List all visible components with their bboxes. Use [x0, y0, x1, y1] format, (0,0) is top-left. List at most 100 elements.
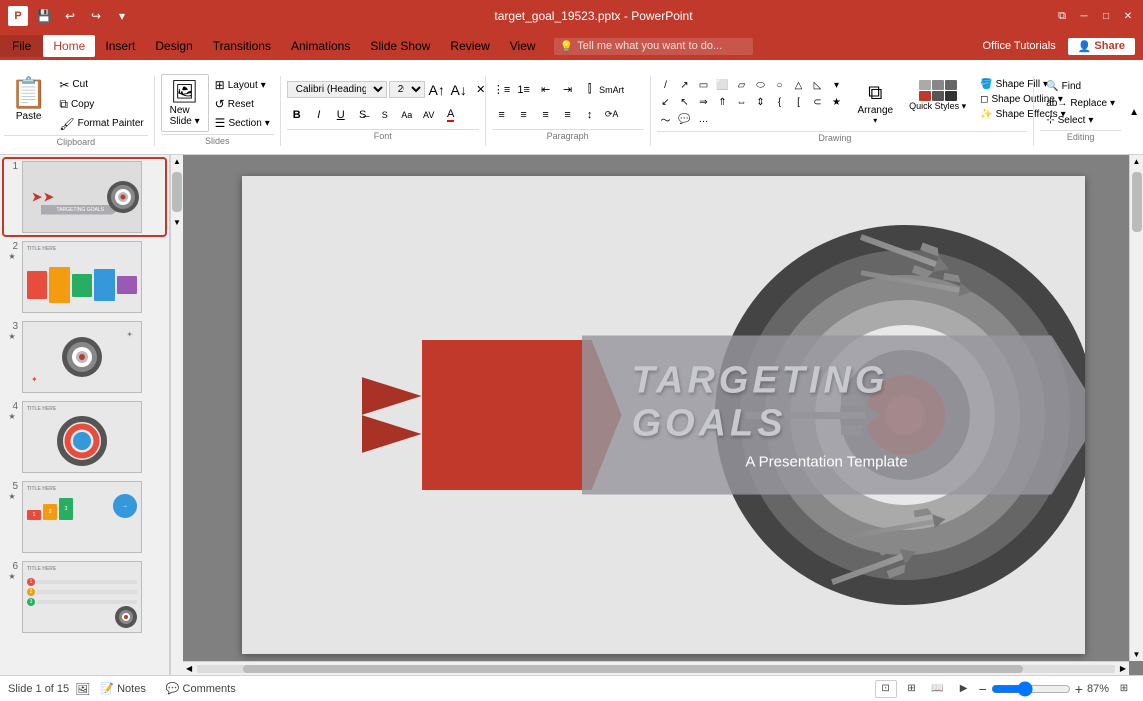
canvas-scroll-up[interactable]: ▲ — [1131, 155, 1143, 168]
italic-button[interactable]: I — [309, 105, 329, 125]
scroll-thumb[interactable] — [172, 172, 182, 212]
minimize-button[interactable]: ─ — [1077, 9, 1091, 23]
canvas-scroll-thumb[interactable] — [1132, 172, 1142, 232]
shadow-button[interactable]: S — [375, 105, 395, 125]
qat-redo[interactable]: ↪ — [86, 6, 106, 26]
h-scroll-right[interactable]: ▶ — [1117, 664, 1129, 673]
shape-wave[interactable]: 〜 — [657, 112, 675, 128]
zoom-out[interactable]: − — [979, 681, 987, 697]
new-slide-button[interactable]: 🖼 NewSlide ▾ — [161, 74, 209, 132]
shape-arrow6[interactable]: ⇕ — [752, 95, 770, 111]
shape-arrow2[interactable]: ↖ — [676, 95, 694, 111]
menu-insert[interactable]: Insert — [95, 35, 145, 57]
justify-button[interactable]: ≡ — [558, 105, 578, 125]
shape-bracket[interactable]: [ — [790, 95, 808, 111]
section-button[interactable]: ☰ Section ▾ — [211, 114, 274, 132]
canvas-h-scroll[interactable]: ◀ ▶ — [183, 661, 1129, 675]
shape-rect[interactable]: ▭ — [695, 78, 713, 94]
scroll-up-arrow[interactable]: ▲ — [171, 155, 183, 168]
shape-line[interactable]: / — [657, 78, 675, 94]
h-scroll-thumb[interactable] — [243, 665, 1023, 673]
view-slideshow[interactable]: ▶ — [953, 680, 975, 698]
copy-button[interactable]: ⧉ Copy — [55, 95, 147, 114]
shape-rect2[interactable]: ▱ — [733, 78, 751, 94]
qat-customize[interactable]: ▾ — [112, 6, 132, 26]
format-painter-button[interactable]: 🖌 Format Painter — [55, 115, 147, 133]
slide-thumbnail-3[interactable]: 3 ★ — [4, 319, 165, 395]
layout-button[interactable]: ⊞ Layout ▾ — [211, 76, 274, 94]
arrange-button[interactable]: ⧉ Arrange ▾ — [852, 78, 900, 129]
menu-file[interactable]: File — [0, 35, 43, 57]
slide-thumbnail-4[interactable]: 4 ★ TITLE HERE — [4, 399, 165, 475]
shape-round-rect[interactable]: ⬜ — [714, 78, 732, 94]
shape-curved-arrow[interactable]: ↙ — [657, 95, 675, 111]
bold-button[interactable]: B — [287, 105, 307, 125]
shape-more[interactable]: … — [695, 112, 713, 128]
shape-circle[interactable]: ○ — [771, 78, 789, 94]
view-normal[interactable]: ⊡ — [875, 680, 897, 698]
notes-button[interactable]: 📝 Notes — [96, 681, 149, 696]
decrease-indent-button[interactable]: ⇤ — [536, 80, 556, 100]
shape-arrow3[interactable]: ⇒ — [695, 95, 713, 111]
shape-oval[interactable]: ⬭ — [752, 78, 770, 94]
numbering-button[interactable]: 1≡ — [514, 80, 534, 100]
view-reading[interactable]: 📖 — [927, 680, 949, 698]
slide-thumbnail-2[interactable]: 2 ★ TITLE HERE — [4, 239, 165, 315]
h-scroll-left[interactable]: ◀ — [183, 664, 195, 673]
maximize-button[interactable]: □ — [1099, 9, 1113, 23]
shape-arrow4[interactable]: ⇑ — [714, 95, 732, 111]
char-spacing-button[interactable]: AV — [419, 105, 439, 125]
canvas-scroll-down[interactable]: ▼ — [1131, 648, 1143, 661]
align-right-button[interactable]: ≡ — [536, 105, 556, 125]
shape-star[interactable]: ★ — [828, 95, 846, 111]
tell-me-box[interactable]: 💡 — [554, 38, 754, 55]
slide-thumbnail-1[interactable]: 1 ➤➤ TARGETING GOALS — [4, 159, 165, 235]
share-button[interactable]: 👤 Share — [1068, 38, 1135, 55]
comments-button[interactable]: 💬 Comments — [162, 681, 240, 696]
align-left-button[interactable]: ≡ — [492, 105, 512, 125]
menu-transitions[interactable]: Transitions — [203, 35, 281, 57]
tell-me-input[interactable] — [577, 40, 747, 52]
slide-thumbnail-5[interactable]: 5 ★ TITLE HERE 1 2 3 — [4, 479, 165, 555]
align-center-button[interactable]: ≡ — [514, 105, 534, 125]
qat-undo[interactable]: ↩ — [60, 6, 80, 26]
font-face-select[interactable]: Calibri (Headings) — [287, 81, 387, 98]
font-size-select[interactable]: 20 — [389, 81, 425, 98]
shape-brace[interactable]: { — [771, 95, 789, 111]
menu-animations[interactable]: Animations — [281, 35, 360, 57]
strikethrough-button[interactable]: S̶ — [353, 105, 373, 125]
line-spacing-button[interactable]: ↕ — [580, 105, 600, 125]
paste-button[interactable]: 📋 Paste — [4, 74, 53, 124]
increase-font-button[interactable]: A↑ — [427, 80, 447, 100]
quick-styles-button[interactable]: Quick Styles ▾ — [905, 78, 970, 114]
close-button[interactable]: ✕ — [1121, 9, 1135, 23]
cut-button[interactable]: ✂ Cut — [55, 76, 147, 94]
shape-rtriangle[interactable]: ◺ — [809, 78, 827, 94]
find-button[interactable]: 🔍 Find — [1040, 79, 1121, 94]
small-caps-button[interactable]: Aa — [397, 105, 417, 125]
font-color-button[interactable]: A — [441, 105, 461, 125]
columns-button[interactable]: ⫿ — [580, 80, 600, 100]
bullets-button[interactable]: ⋮≡ — [492, 80, 512, 100]
menu-slideshow[interactable]: Slide Show — [360, 35, 440, 57]
zoom-in[interactable]: + — [1075, 681, 1083, 697]
fit-page-button[interactable]: ⊞ — [1113, 680, 1135, 698]
select-button[interactable]: ⊹ Select ▾ — [1040, 113, 1121, 128]
zoom-slider[interactable] — [991, 681, 1071, 697]
smartart-button[interactable]: SmArt — [602, 80, 622, 100]
vertical-scrollbar[interactable]: ▲ ▼ — [170, 155, 183, 675]
decrease-font-button[interactable]: A↓ — [449, 80, 469, 100]
qat-save[interactable]: 💾 — [34, 6, 54, 26]
ribbon-collapse-button[interactable]: ▲ — [1125, 105, 1143, 120]
shape-chevron[interactable]: ⊂ — [809, 95, 827, 111]
shape-callout[interactable]: 💬 — [676, 112, 694, 128]
menu-view[interactable]: View — [500, 35, 546, 57]
scroll-down-arrow[interactable]: ▼ — [171, 216, 183, 229]
shape-arrow-line[interactable]: ↗ — [676, 78, 694, 94]
reset-button[interactable]: ↺ Reset — [211, 95, 274, 113]
slide-thumbnail-6[interactable]: 6 ★ TITLE HERE 1 — [4, 559, 165, 635]
shape-triangle[interactable]: △ — [790, 78, 808, 94]
canvas-v-scroll[interactable]: ▲ ▼ — [1129, 155, 1143, 661]
shape-dropdown-icon[interactable]: ▾ — [828, 78, 846, 94]
h-scroll-track[interactable] — [197, 665, 1115, 673]
